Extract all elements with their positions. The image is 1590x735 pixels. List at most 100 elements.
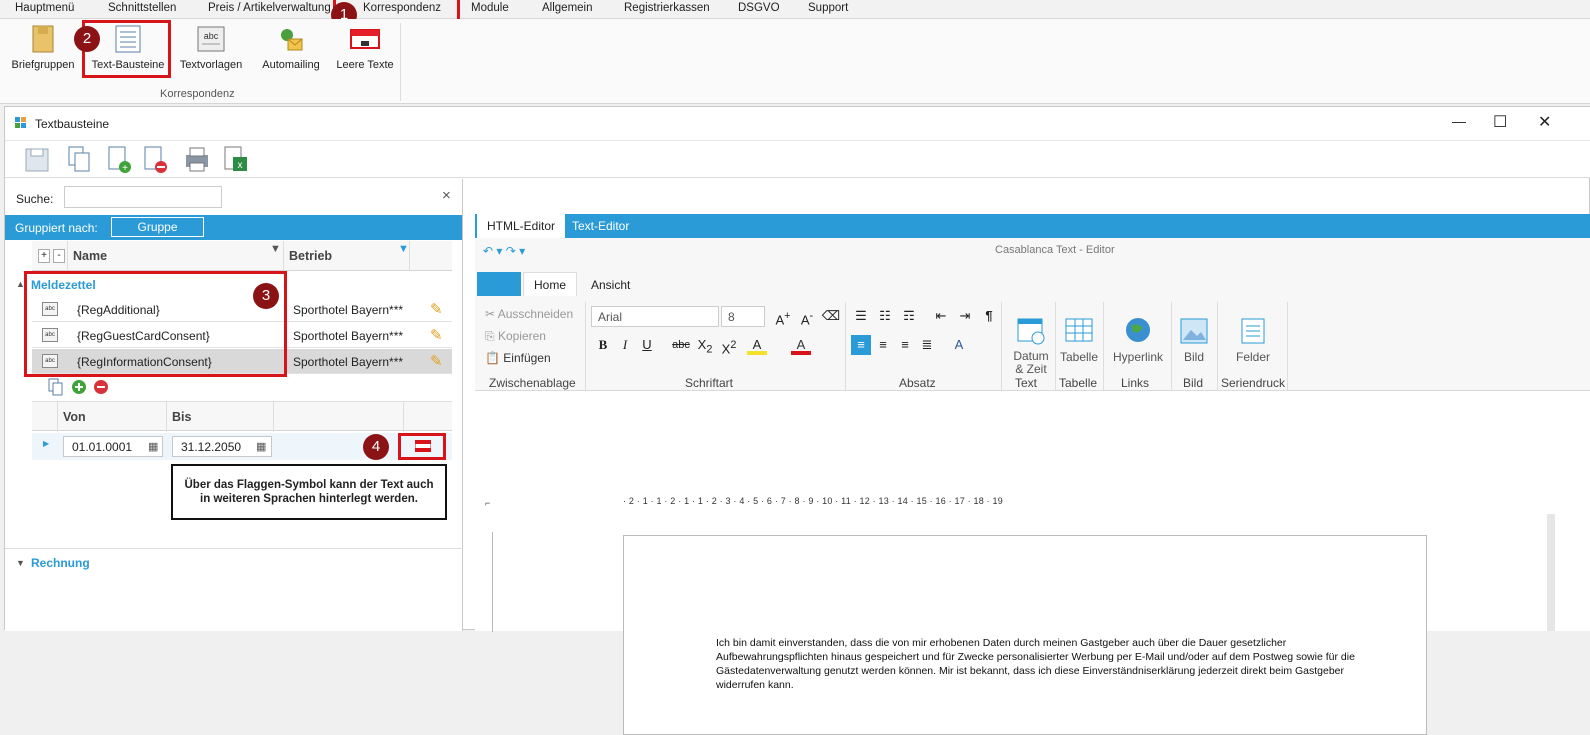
- group-rechnung[interactable]: Rechnung: [31, 556, 90, 570]
- tab-text-editor[interactable]: Text-Editor: [562, 214, 639, 238]
- clear-format-icon[interactable]: ⌫: [821, 306, 841, 326]
- calendar-clock-icon: [1016, 316, 1046, 346]
- copy-icon[interactable]: [65, 145, 93, 175]
- remove-document-icon[interactable]: [141, 145, 169, 175]
- font-size-select[interactable]: 8: [721, 306, 765, 327]
- tab-html-editor[interactable]: HTML-Editor: [477, 214, 566, 238]
- editor-tab-bar: HTML-Editor Text-Editor: [475, 214, 1590, 238]
- row-indicator-icon: ▶: [43, 439, 50, 448]
- tabelle-button[interactable]: Tabelle: [1059, 316, 1099, 364]
- underline-icon[interactable]: U: [637, 335, 657, 355]
- filter-active-icon[interactable]: ▼: [398, 243, 409, 255]
- align-right-icon[interactable]: ≡: [895, 335, 915, 355]
- increase-indent-icon[interactable]: ⇥: [955, 306, 975, 326]
- search-label: Suche:: [16, 192, 54, 206]
- edit-pencil-icon[interactable]: ✎: [430, 300, 443, 318]
- column-header-name[interactable]: Name: [73, 249, 107, 263]
- group-chip-gruppe[interactable]: Gruppe: [111, 217, 204, 237]
- menu-tab-support[interactable]: Support: [808, 2, 848, 14]
- ribbon-tab-home[interactable]: Home: [523, 272, 578, 296]
- edit-pencil-icon[interactable]: ✎: [430, 352, 443, 370]
- filter-icon[interactable]: ▼: [270, 243, 281, 255]
- automailing-button[interactable]: Automailing: [256, 23, 326, 71]
- file-tab[interactable]: [477, 272, 521, 296]
- ribbon-tab-ansicht[interactable]: Ansicht: [591, 278, 630, 292]
- svg-text:abc: abc: [204, 31, 219, 41]
- menu-tab-preis[interactable]: Preis / Artikelverwaltung: [208, 2, 331, 14]
- collapse-all-button[interactable]: -: [53, 249, 65, 263]
- decrease-indent-icon[interactable]: ⇤: [931, 306, 951, 326]
- font-color-icon[interactable]: A: [791, 335, 811, 355]
- menu-tab-schnittstellen[interactable]: Schnittstellen: [108, 2, 176, 14]
- paste-button[interactable]: 📋 Einfügen: [485, 351, 551, 365]
- add-document-icon[interactable]: +: [105, 145, 133, 175]
- datum-zeit-button[interactable]: Datum & Zeit: [1009, 316, 1053, 376]
- expand-group-icon[interactable]: ▼: [16, 558, 25, 568]
- column-header-betrieb[interactable]: Betrieb: [289, 249, 332, 263]
- subscript-icon[interactable]: X2: [695, 335, 715, 356]
- editor-ribbon: ↶ ▾ ↷ ▾ Casablanca Text - Editor Home An…: [475, 238, 1590, 391]
- justify-icon[interactable]: ≣: [917, 335, 937, 355]
- export-excel-icon[interactable]: x: [221, 145, 249, 175]
- font-family-select[interactable]: Arial: [591, 306, 719, 327]
- felder-button[interactable]: Felder: [1235, 316, 1271, 364]
- sub-copy-icon[interactable]: [48, 378, 64, 399]
- group-by-bar: Gruppiert nach: Gruppe: [5, 215, 462, 240]
- save-icon[interactable]: [23, 145, 51, 175]
- document-page[interactable]: Ich bin damit einverstanden, dass die vo…: [623, 535, 1427, 735]
- calendar-icon[interactable]: ▦: [148, 440, 158, 453]
- close-button[interactable]: ✕: [1538, 112, 1551, 132]
- menu-tab-hauptmenue[interactable]: Hauptmenü: [15, 2, 74, 14]
- column-header-von[interactable]: Von: [63, 410, 86, 424]
- sub-add-icon[interactable]: [71, 379, 87, 398]
- group-label-tabelle: Tabelle: [1059, 376, 1098, 390]
- bold-icon[interactable]: B: [593, 335, 613, 355]
- group-label-links: Links: [1121, 376, 1150, 390]
- superscript-icon[interactable]: X2: [719, 335, 739, 356]
- shading-icon[interactable]: A: [949, 335, 969, 355]
- group-label-text: Text: [1015, 376, 1038, 390]
- vertical-scrollbar[interactable]: [1547, 514, 1555, 631]
- document-text[interactable]: Ich bin damit einverstanden, dass die vo…: [716, 636, 1376, 692]
- horizontal-ruler[interactable]: · 2 · 1 · 1 · 2 · 1 · 1 · 2 · 3 · 4 · 5 …: [623, 496, 1423, 510]
- search-input[interactable]: [64, 186, 222, 208]
- strikethrough-icon[interactable]: abc: [671, 335, 691, 355]
- menu-tab-registrierkassen[interactable]: Registrierkassen: [624, 2, 710, 14]
- text-editor-panel: HTML-Editor Text-Editor ↶ ▾ ↷ ▾ Casablan…: [475, 214, 1590, 735]
- hyperlink-button[interactable]: Hyperlink: [1111, 316, 1165, 364]
- maximize-button[interactable]: ☐: [1493, 112, 1507, 132]
- highlight-color-icon[interactable]: A: [747, 335, 767, 355]
- calendar-icon[interactable]: ▦: [256, 440, 266, 453]
- textvorlagen-button[interactable]: abc Textvorlagen: [176, 23, 246, 71]
- cut-button[interactable]: ✂ Ausschneiden: [485, 307, 573, 321]
- menu-tab-module[interactable]: Module: [471, 2, 509, 14]
- fields-icon: [1238, 316, 1268, 346]
- grow-font-icon[interactable]: A+: [773, 306, 793, 327]
- language-flag-icon[interactable]: [414, 439, 432, 455]
- menu-tab-allgemein[interactable]: Allgemein: [542, 2, 593, 14]
- shrink-font-icon[interactable]: A-: [797, 306, 817, 327]
- undo-icon[interactable]: ↶ ▾ ↷ ▾: [483, 244, 525, 258]
- expand-all-button[interactable]: +: [38, 249, 50, 263]
- paragraph-marks-icon[interactable]: ¶: [979, 306, 999, 326]
- print-icon[interactable]: [183, 145, 211, 175]
- bild-button[interactable]: Bild: [1179, 316, 1209, 364]
- group-label-absatz: Absatz: [899, 376, 936, 390]
- edit-pencil-icon[interactable]: ✎: [430, 326, 443, 344]
- align-left-icon[interactable]: ≡: [851, 335, 871, 355]
- numbered-list-icon[interactable]: ☷: [875, 306, 895, 326]
- leere-texte-button[interactable]: Leere Texte: [333, 23, 397, 71]
- copy-button[interactable]: ⎘ Kopieren: [485, 329, 546, 344]
- clear-search-icon[interactable]: ×: [442, 187, 451, 204]
- tab-stop-icon[interactable]: ⌐: [485, 498, 490, 508]
- minimize-button[interactable]: —: [1452, 113, 1466, 129]
- briefgruppen-button[interactable]: Briefgruppen: [8, 23, 78, 71]
- italic-icon[interactable]: I: [615, 335, 635, 355]
- sub-remove-icon[interactable]: [93, 379, 109, 398]
- bullet-list-icon[interactable]: ☰: [851, 306, 871, 326]
- align-center-icon[interactable]: ≡: [873, 335, 893, 355]
- automailing-icon: [276, 23, 306, 55]
- multilevel-list-icon[interactable]: ☶: [899, 306, 919, 326]
- menu-tab-dsgvo[interactable]: DSGVO: [738, 2, 780, 14]
- column-header-bis[interactable]: Bis: [172, 410, 191, 424]
